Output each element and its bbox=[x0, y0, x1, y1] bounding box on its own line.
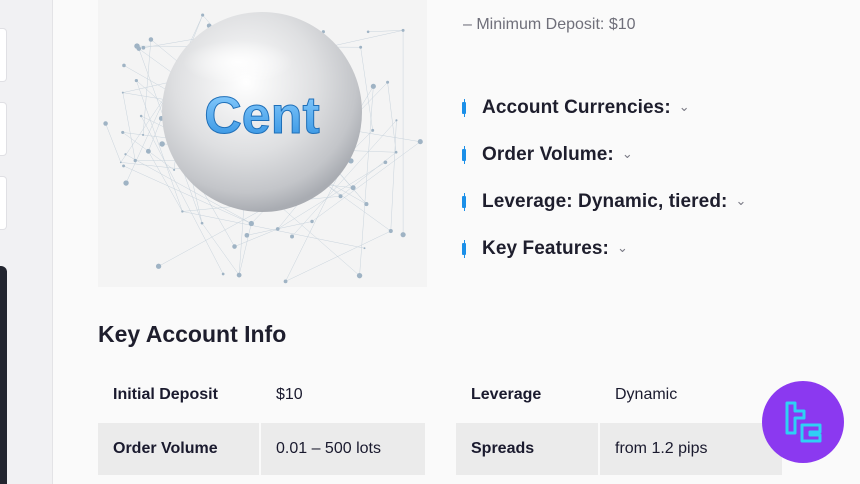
minimum-deposit-text: – Minimum Deposit: $10 bbox=[463, 16, 636, 33]
table-row: Order Volume 0.01 – 500 lots Spreads fro… bbox=[98, 423, 782, 477]
table-row: Initial Deposit $10 Leverage Dynamic bbox=[98, 369, 782, 423]
key-account-info-table: Initial Deposit $10 Leverage Dynamic Ord… bbox=[98, 369, 782, 477]
cent-account-illustration: Cent bbox=[98, 0, 427, 287]
table-key: Order Volume bbox=[98, 423, 259, 475]
feature-label: Leverage: Dynamic, tiered: bbox=[482, 190, 728, 212]
feature-order-volume[interactable]: Order Volume: ⌄ bbox=[460, 131, 746, 178]
table-value: $10 bbox=[276, 386, 303, 403]
rail-tab-3[interactable] bbox=[0, 176, 7, 230]
table-value: 0.01 – 500 lots bbox=[261, 423, 425, 475]
feature-leverage[interactable]: Leverage: Dynamic, tiered: ⌄ bbox=[460, 178, 746, 225]
rail-dark-panel bbox=[0, 266, 7, 484]
candlestick-bullet-icon bbox=[462, 239, 466, 258]
left-sidebar-rail bbox=[0, 0, 53, 484]
feature-label: Key Features: bbox=[482, 237, 609, 259]
chevron-down-icon[interactable]: ⌄ bbox=[679, 99, 690, 115]
table-key: Spreads bbox=[456, 423, 598, 475]
chevron-down-icon[interactable]: ⌄ bbox=[622, 146, 633, 162]
rail-tab-2[interactable] bbox=[0, 102, 7, 156]
rail-tab-1[interactable] bbox=[0, 28, 7, 82]
chevron-down-icon[interactable]: ⌄ bbox=[735, 193, 746, 209]
table-key: Initial Deposit bbox=[113, 386, 218, 403]
table-value: from 1.2 pips bbox=[600, 423, 782, 475]
cent-logo-text: Cent bbox=[204, 87, 320, 145]
candlestick-bullet-icon bbox=[462, 98, 466, 117]
feature-key-features[interactable]: Key Features: ⌄ bbox=[460, 225, 746, 272]
account-feature-list: Account Currencies: ⌄ Order Volume: ⌄ Le… bbox=[460, 84, 746, 272]
table-value: Dynamic bbox=[615, 386, 678, 403]
candlestick-bullet-icon bbox=[462, 145, 466, 164]
feature-label: Order Volume: bbox=[482, 143, 614, 165]
table-key: Leverage bbox=[471, 386, 542, 403]
candlestick-bullet-icon bbox=[462, 192, 466, 211]
feature-label: Account Currencies: bbox=[482, 96, 671, 118]
section-title: Key Account Info bbox=[98, 321, 287, 347]
chevron-down-icon[interactable]: ⌄ bbox=[617, 240, 628, 256]
feature-account-currencies[interactable]: Account Currencies: ⌄ bbox=[460, 84, 746, 131]
tradingfinder-logo-icon[interactable] bbox=[762, 381, 844, 463]
